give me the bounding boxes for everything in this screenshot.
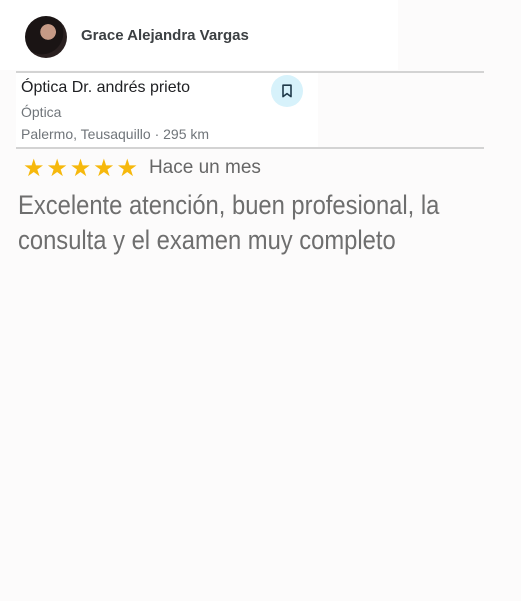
reviewer-name[interactable]: Grace Alejandra Vargas [81,27,249,44]
star-icon: ★ [116,154,139,182]
star-icon: ★ [22,154,45,182]
review-time: Hace un mes [148,157,261,178]
place-category: Óptica [21,104,62,120]
star-icon: ★ [69,154,92,182]
save-button[interactable] [271,75,303,107]
bookmark-icon [282,84,292,98]
rating-row: ★ ★ ★ ★ ★ Hace un mes [22,155,261,181]
star-rating: ★ ★ ★ ★ ★ [22,155,139,181]
place-name[interactable]: Óptica Dr. andrés prieto [21,79,190,97]
review-header: Grace Alejandra Vargas [0,0,398,70]
star-icon: ★ [46,154,68,182]
place-location: Palermo, Teusaquillo · 295 km [21,126,210,142]
review-text: Excelente atención, buen profesional, la… [18,190,440,255]
divider [16,147,484,149]
star-icon: ★ [93,154,115,182]
avatar[interactable] [25,16,67,58]
